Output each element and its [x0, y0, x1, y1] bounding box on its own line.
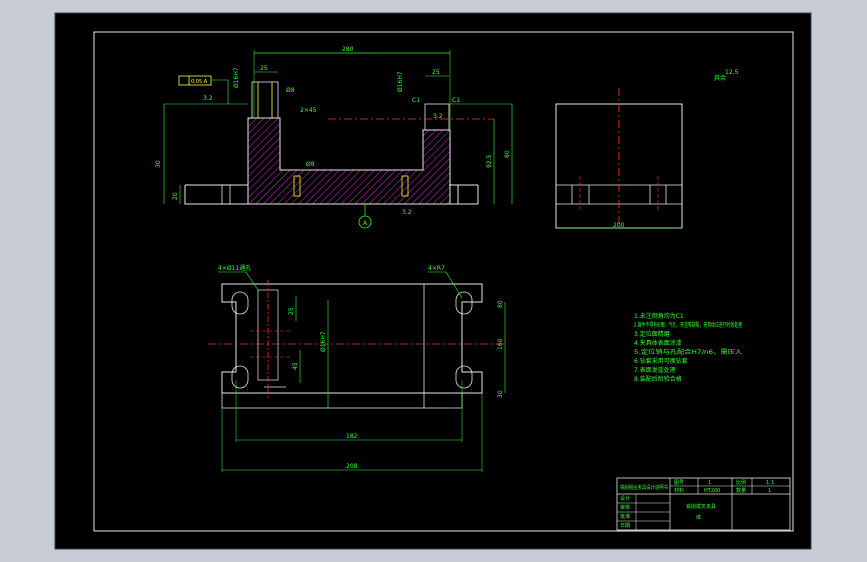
roughness-bottom: 3.2	[402, 209, 412, 216]
side-width: 200	[613, 222, 625, 229]
roughness-top: 3.2	[433, 113, 443, 120]
dim-right-gap: 25	[432, 69, 440, 76]
tb-left-label-1: 设计	[620, 495, 630, 502]
dim-right-outer: 80	[504, 150, 511, 158]
note-3: 3.定位面精磨	[634, 330, 670, 338]
dim-right-inner: 92.5	[486, 154, 493, 168]
counterbore-label: Ø8	[306, 161, 315, 168]
note-2: 2.铸件不得有砂眼、气孔、夹渣等缺陷，夹具体应进行时效处理	[634, 321, 742, 329]
note-6: 6.钻套采用可换钻套	[634, 357, 688, 365]
tolerance-box-text: 0.05 A	[191, 79, 208, 85]
tb-left-label-3: 批准	[620, 513, 630, 520]
callout-left: 4×Ø11通孔	[218, 264, 251, 272]
top-vdim-2: 30	[497, 390, 504, 398]
top-inner-width: 182	[346, 433, 358, 440]
dim-top-width: 280	[342, 46, 354, 53]
fit-label-left: Ø16H7	[233, 67, 240, 88]
chamfer-right: C1	[452, 97, 460, 104]
top-height: 160	[497, 338, 504, 350]
dim-left-gap: 25	[260, 65, 268, 72]
tb-scale-label: 比例	[736, 479, 746, 486]
callout-right: 4×R7	[428, 265, 445, 272]
tb-left-label-4: 日期	[620, 523, 630, 529]
top-vdim-80: 80	[497, 300, 504, 308]
chamfer-left: C1	[412, 97, 420, 104]
note-4: 4.夹具体表面涂漆	[634, 339, 682, 347]
drawing-canvas	[54, 12, 812, 550]
fit-label-right: Ø16H7	[397, 71, 404, 92]
dim-height-left: 30	[155, 160, 162, 168]
tb-count-value: 1	[768, 488, 771, 494]
dim-base-height: 20	[172, 192, 179, 200]
roughness-left: 3.2	[203, 95, 213, 102]
tb-count-label: 数量	[736, 487, 746, 494]
slot-label: 2×45	[300, 107, 317, 114]
tb-scale-value: 1:1	[766, 480, 774, 486]
top-outer-width: 208	[346, 463, 358, 470]
top-vdim-3: 25	[288, 307, 295, 315]
top-vdim-1: Ø16H7	[320, 331, 327, 352]
tb-row2-label: 材料	[674, 487, 684, 494]
tb-left-label-2: 审核	[620, 504, 630, 511]
tb-company: 铣削组合夹具设计说明书	[620, 484, 668, 491]
tb-part-name: 铣削拨叉夹具	[686, 503, 716, 510]
tb-part-sub: 体	[696, 514, 701, 521]
tb-row1-label: 图号	[674, 480, 684, 486]
note-8: 8.装配后检验合格	[634, 375, 682, 383]
cad-viewport: 280 25 25 30 20 92.5 80 0.05 A 3.2 Ø16H7…	[54, 12, 812, 550]
note-7: 7.表面发蓝处理	[634, 366, 676, 374]
tb-row1-value: 1	[708, 480, 711, 486]
top-vdim-4: 45	[292, 362, 299, 370]
note-1: 1.未注倒角均为C1	[634, 312, 684, 320]
note-5: 5.定位销与孔配合H7/n6，需压入	[634, 348, 742, 356]
roughness-value: 12.5	[725, 69, 739, 76]
counterbore-label-2: Ø8	[286, 87, 295, 94]
tb-row2-value: HT200	[704, 488, 720, 494]
